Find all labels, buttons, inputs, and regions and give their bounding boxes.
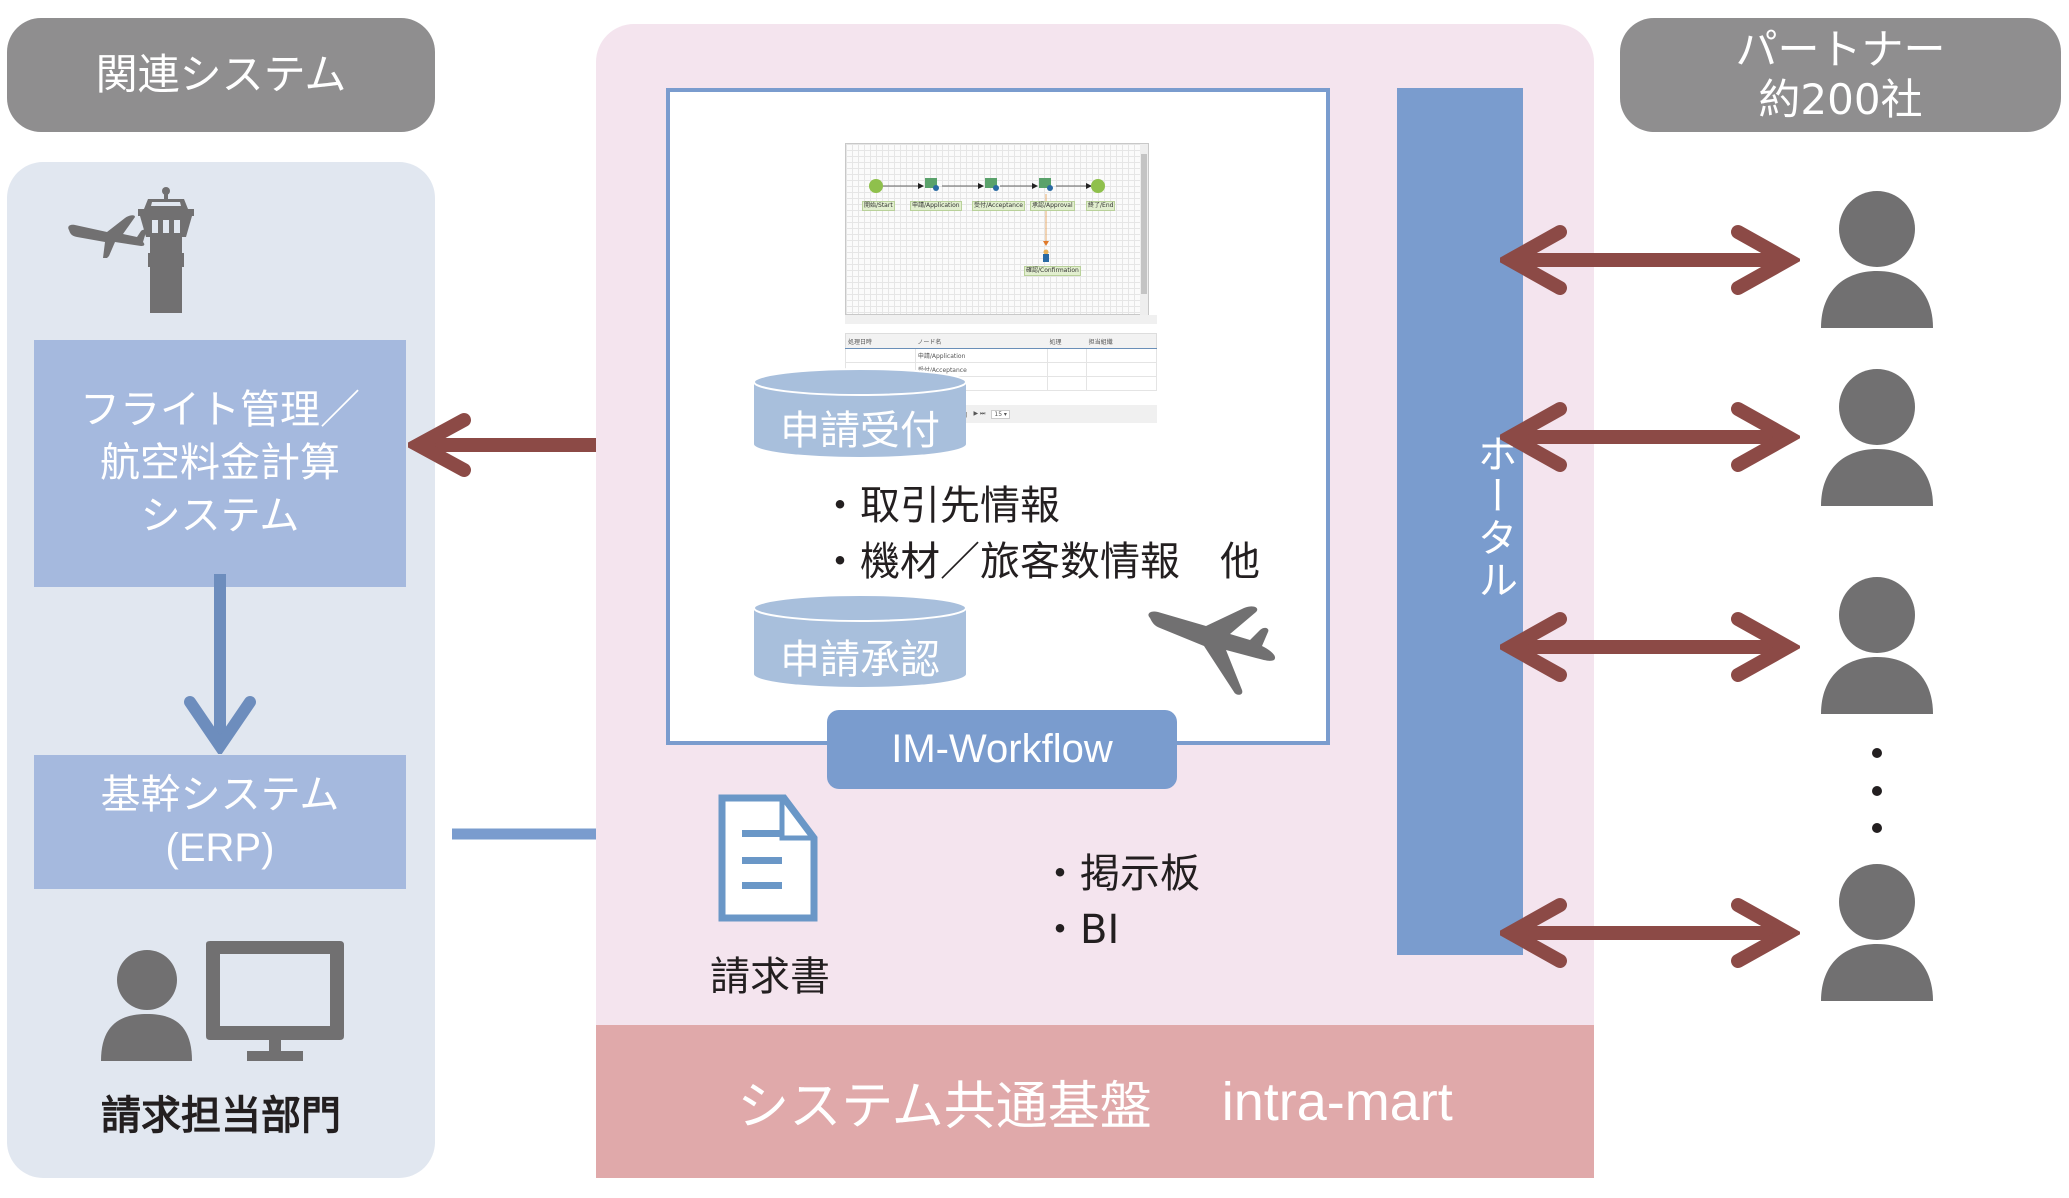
partners-header: パートナー 約200社 — [1620, 18, 2061, 132]
invoice-label: 請求書 — [710, 954, 830, 1000]
partners-title: パートナー — [1735, 25, 1946, 74]
partner-person-icon — [1821, 191, 1933, 328]
platform-label-en: intra-mart — [1221, 1071, 1453, 1132]
rows-per-page-select[interactable]: 15 ▾ — [991, 409, 1010, 419]
person-icon — [101, 950, 192, 1061]
acceptance-node-icon — [985, 178, 999, 191]
ellipsis-dot — [1872, 823, 1882, 833]
cell — [1086, 376, 1157, 391]
platform-label-ja: システム共通基盤 — [737, 1077, 1152, 1137]
bullet-item: ・掲示板 — [1040, 851, 1200, 897]
related-systems-header: 関連システム — [7, 18, 435, 132]
invoice-document-icon — [718, 794, 818, 922]
node-approval: 承認/Approval — [1030, 201, 1075, 211]
airplane-icon — [1148, 606, 1276, 695]
ellipsis-dot — [1872, 748, 1882, 758]
node-acceptance: 受付/Acceptance — [972, 201, 1025, 211]
node-application: 申請/Application — [910, 201, 962, 211]
portal-bar[interactable]: ポータル — [1397, 88, 1523, 955]
flight-system-line-1: フライト管理／ — [80, 387, 360, 433]
monitor-icon — [206, 941, 344, 1061]
bullet-item: ・BI — [1040, 907, 1120, 953]
cell — [1046, 362, 1088, 377]
database-label: 申請承認 — [780, 637, 940, 683]
node-end: 終了/End — [1086, 201, 1116, 211]
application-approval-database: 申請承認 — [753, 594, 967, 688]
airport-tower-icon — [68, 187, 194, 313]
erp-line-1: 基幹システム — [100, 772, 340, 818]
ellipsis-dot — [1872, 786, 1882, 796]
col-node-name: ノード名 — [915, 333, 1048, 349]
erp-system-box: 基幹システム (ERP) — [34, 755, 406, 889]
cell — [1086, 348, 1157, 363]
next-last-page-icon[interactable]: ▶ ⏭ — [973, 410, 985, 418]
cell — [1046, 376, 1088, 391]
table-row[interactable]: 申請/Application — [845, 348, 1157, 363]
bidirectional-arrow-partner-4 — [1500, 898, 1800, 968]
down-arrow-icon — [184, 574, 256, 754]
bidirectional-arrow-partner-3 — [1500, 612, 1800, 682]
cell — [1046, 348, 1088, 363]
erp-line-2: (ERP) — [165, 826, 275, 870]
approval-node-icon — [1039, 178, 1053, 191]
node-confirmation: 確認/Confirmation — [1024, 266, 1081, 276]
billing-staff-icon — [101, 941, 344, 1061]
related-systems-title: 関連システム — [95, 50, 347, 99]
diagram-horizontal-scrollbar[interactable] — [845, 315, 1157, 324]
application-receipt-database: 申請受付 — [753, 368, 967, 458]
partners-count: 約200社 — [1758, 75, 1923, 124]
confirmation-node-icon — [1043, 249, 1049, 262]
cell — [1086, 362, 1157, 377]
cell — [845, 348, 916, 363]
bidirectional-arrow-partner-2 — [1500, 402, 1800, 472]
col-organization: 担当組織 — [1086, 333, 1157, 349]
im-workflow-tag: IM-Workflow — [827, 710, 1177, 789]
bidirectional-arrow-partner-1 — [1500, 225, 1800, 295]
departing-plane-icon — [68, 215, 147, 258]
node-start: 開始/Start — [862, 201, 895, 211]
bullet-item: ・取引先情報 — [820, 483, 1060, 529]
database-label: 申請受付 — [780, 408, 940, 454]
system-platform-bar: システム共通基盤 intra-mart — [596, 1025, 1594, 1178]
partner-person-icon — [1821, 864, 1933, 1001]
billing-department-label: 請求担当部門 — [101, 1093, 341, 1139]
end-node-icon — [1091, 179, 1105, 193]
extra-feature-list: ・掲示板 ・BI — [1040, 846, 1200, 958]
application-node-icon — [925, 178, 939, 191]
info-bullet-list: ・取引先情報 ・機材／旅客数情報 他 — [820, 478, 1260, 590]
start-node-icon — [869, 179, 883, 193]
col-processed-at: 処理日時 — [845, 333, 916, 349]
flight-management-system-box: フライト管理／ 航空料金計算 システム — [34, 340, 406, 587]
partner-person-icon — [1821, 369, 1933, 506]
workflow-diagram-canvas: 開始/Start 申請/Application 受付/Acceptance 承認… — [845, 143, 1149, 316]
col-action: 処理 — [1047, 333, 1087, 349]
flight-system-line-2: 航空料金計算 — [100, 440, 340, 486]
partner-person-icon — [1821, 577, 1933, 714]
cell: 申請/Application — [914, 348, 1048, 363]
control-tower-icon — [138, 187, 194, 313]
workflow-diagram — [869, 178, 1105, 262]
diagram-vertical-scrollbar[interactable] — [1140, 144, 1148, 316]
bullet-item: ・機材／旅客数情報 他 — [820, 539, 1260, 585]
flight-system-line-3: システム — [140, 493, 300, 539]
